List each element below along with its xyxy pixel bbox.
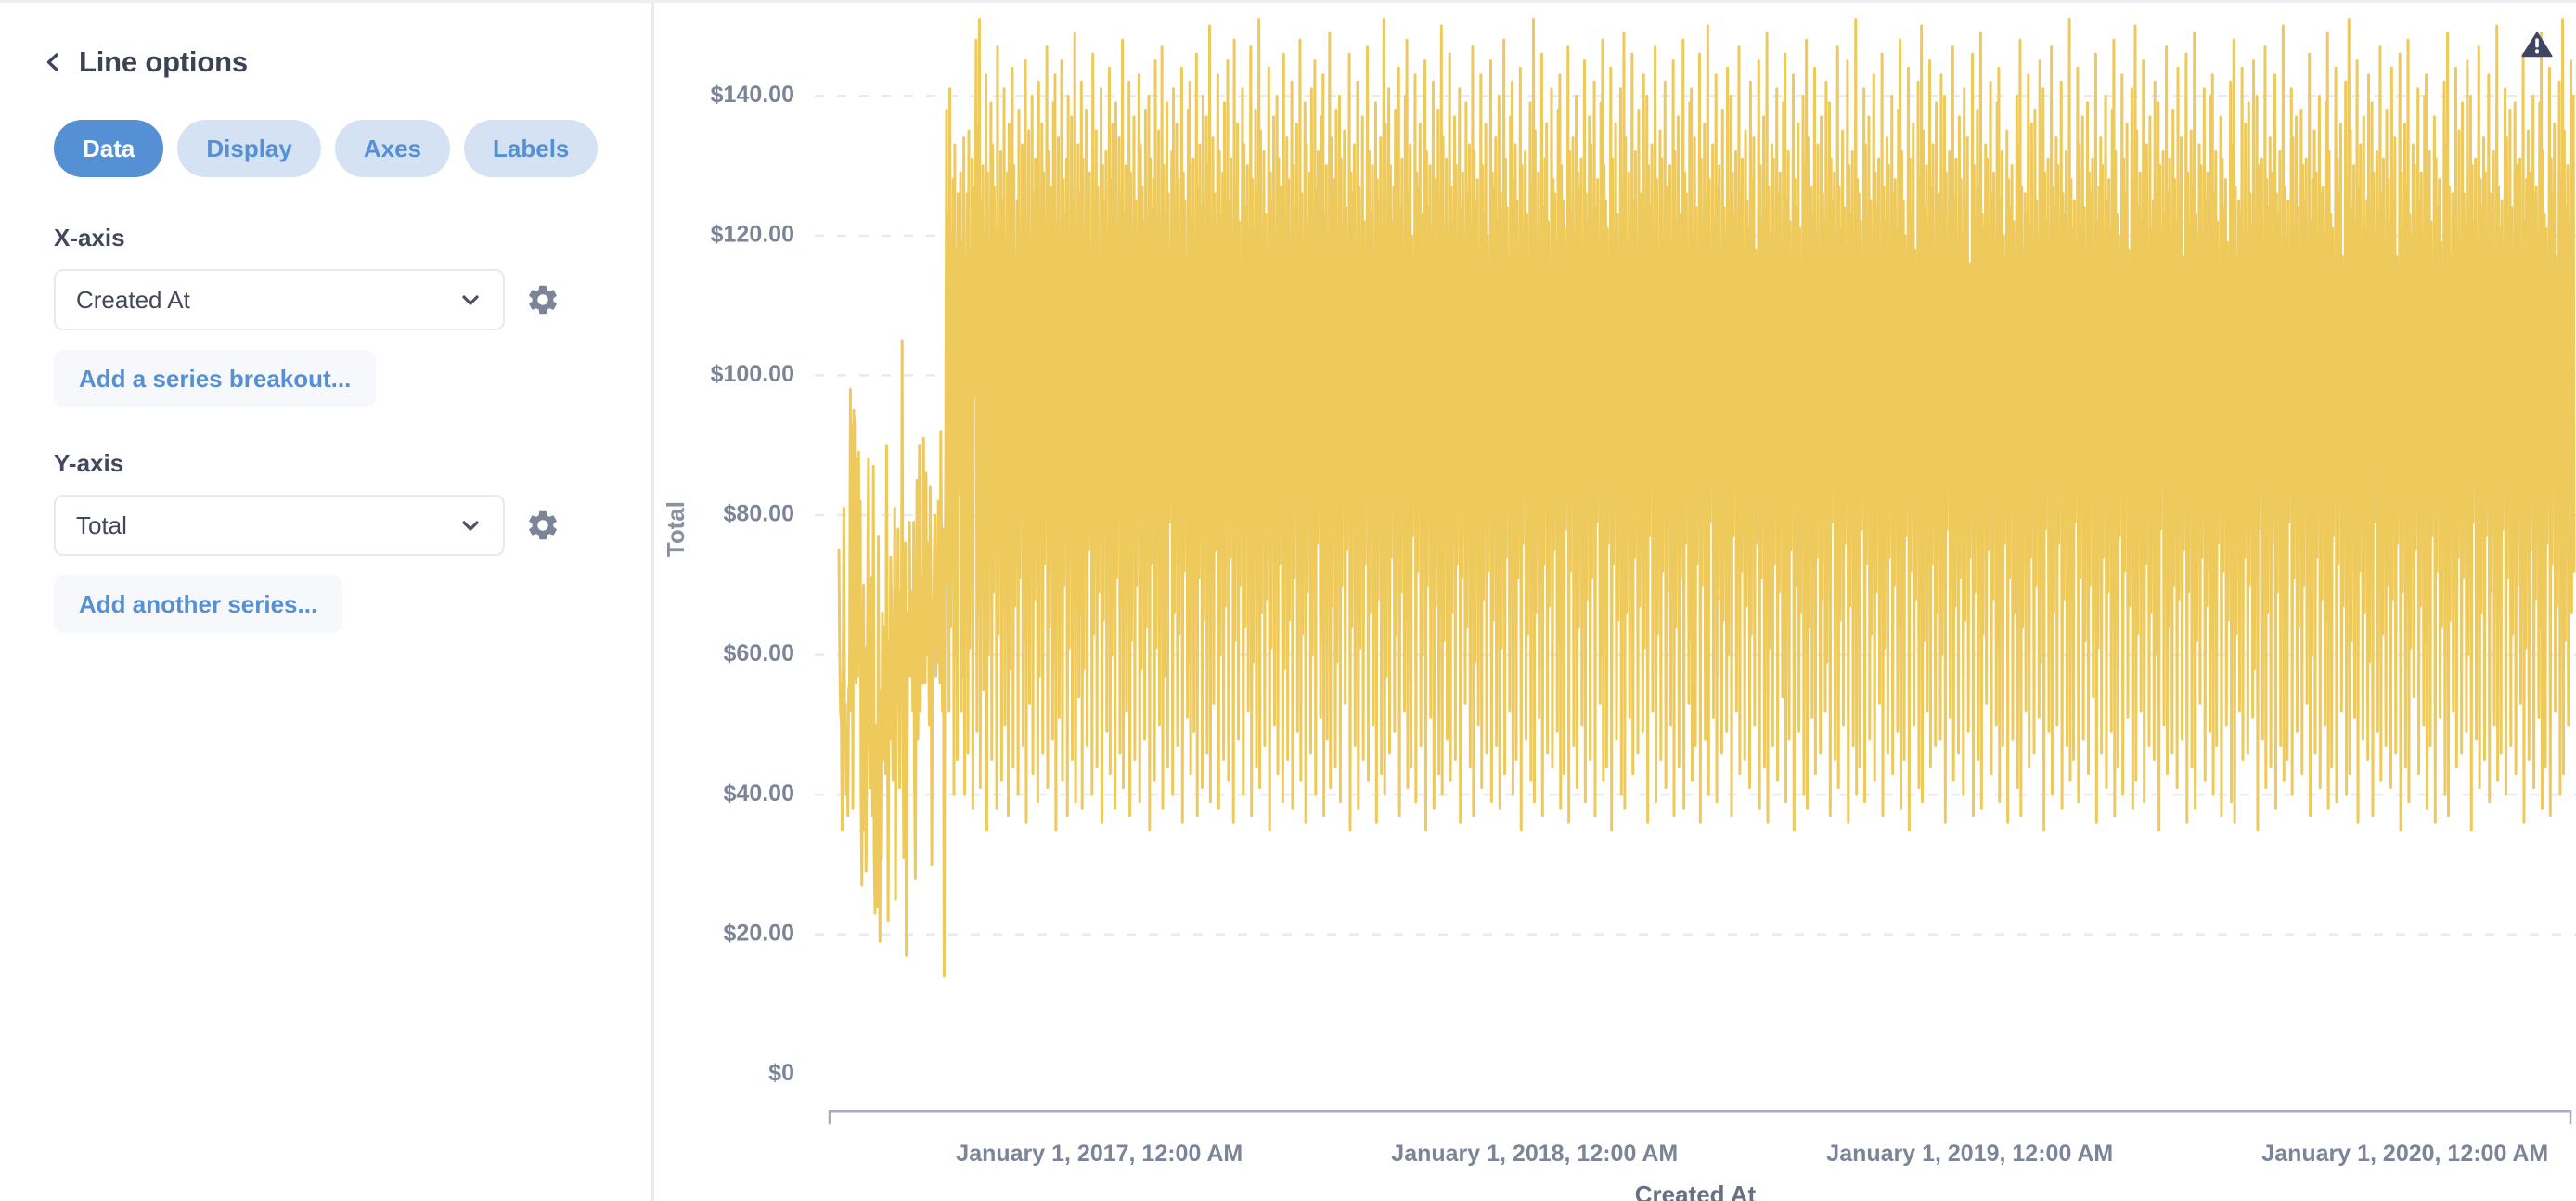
chevron-left-icon[interactable] [43, 52, 63, 72]
y-tick-label: $140.00 [711, 82, 794, 108]
y-axis-label: Y-axis [54, 449, 124, 477]
y-axis-select-value: Total [76, 511, 127, 539]
y-tick-label: $60.00 [724, 640, 794, 666]
tab-display[interactable]: Display [177, 120, 321, 177]
warning-triangle-icon[interactable] [2520, 27, 2554, 60]
x-tick-label: January 1, 2017, 12:00 AM [956, 1141, 1243, 1167]
x-axis-ticks: January 1, 2017, 12:00 AM January 1, 2018… [956, 1141, 2548, 1167]
gear-icon[interactable] [525, 282, 560, 317]
tab-data[interactable]: Data [54, 120, 164, 177]
x-axis-section: X-axis Created At Add a series breakout.… [0, 177, 651, 407]
page-title: Line options [79, 45, 248, 78]
chevron-down-icon [458, 513, 483, 537]
gear-icon[interactable] [525, 508, 560, 543]
visualization-settings-sidebar: Line options Data Display Axes Labels X-… [0, 3, 654, 1201]
sidebar-header: Line options [0, 3, 651, 76]
chart-preview-panel: $0 $20.00 $40.00 $60.00 $80.00 $100.00 $120.00… [654, 3, 2576, 1201]
y-tick-label: $40.00 [724, 781, 794, 807]
x-axis-control-row: Created At [54, 269, 651, 330]
x-tick-label: January 1, 2018, 12:00 AM [1391, 1141, 1678, 1167]
x-axis-title: Created At [1635, 1181, 1757, 1201]
line-options-screen: Line options Data Display Axes Labels X-… [0, 0, 2576, 1201]
tab-labels[interactable]: Labels [464, 120, 599, 177]
tab-axes[interactable]: Axes [334, 120, 451, 177]
x-axis-label: X-axis [54, 224, 125, 252]
chart-series[interactable] [837, 18, 2576, 978]
series-line-total[interactable] [837, 18, 2576, 978]
x-axis-select-value: Created At [76, 286, 190, 314]
x-tick-label: January 1, 2019, 12:00 AM [1826, 1141, 2113, 1167]
x-axis-line [828, 1109, 2572, 1125]
x-axis-select[interactable]: Created At [54, 269, 505, 330]
y-tick-label: $100.00 [711, 361, 794, 387]
y-axis-select[interactable]: Total [54, 495, 505, 556]
y-tick-label: $120.00 [711, 222, 794, 248]
y-tick-label: $20.00 [724, 920, 794, 946]
y-axis-section: Y-axis Total Add another series... [0, 407, 651, 633]
y-axis-title: Total [662, 501, 689, 557]
add-series-breakout-button[interactable]: Add a series breakout... [54, 350, 377, 407]
y-axis-control-row: Total [54, 495, 651, 556]
y-tick-label: $80.00 [724, 501, 794, 527]
line-chart[interactable]: $0 $20.00 $40.00 $60.00 $80.00 $100.00 $120.00… [654, 3, 2576, 1201]
y-axis-ticks: $0 $20.00 $40.00 $60.00 $80.00 $100.00 $120.00… [711, 82, 794, 1086]
x-tick-label: January 1, 2020, 12:00 AM [2261, 1141, 2548, 1167]
add-another-series-button[interactable]: Add another series... [54, 575, 343, 633]
chevron-down-icon [458, 288, 483, 312]
y-tick-label: $0 [768, 1060, 794, 1086]
settings-tab-bar: Data Display Axes Labels [0, 76, 651, 177]
